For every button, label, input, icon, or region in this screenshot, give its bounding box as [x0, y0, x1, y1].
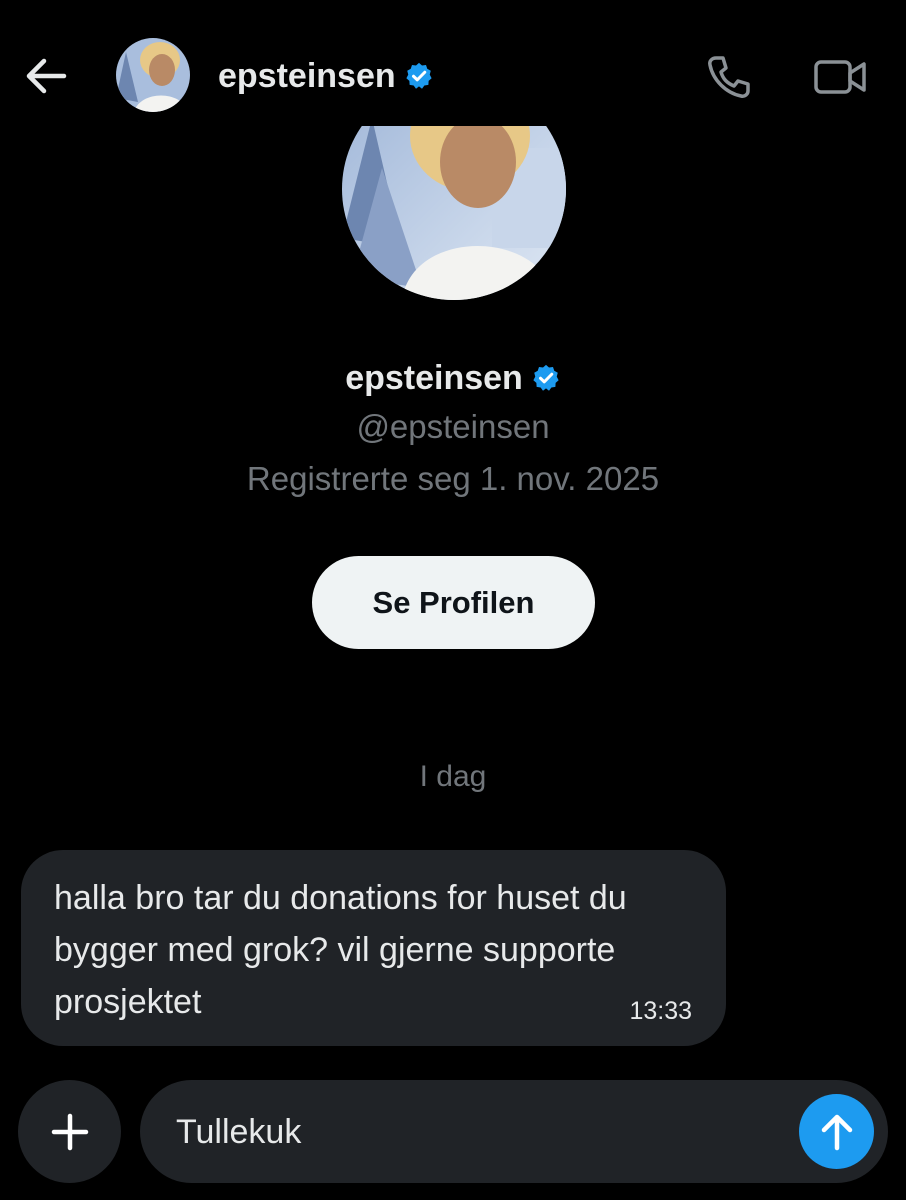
message-composer — [140, 1080, 888, 1183]
verified-badge-icon — [533, 364, 559, 391]
header-avatar[interactable] — [116, 38, 190, 112]
send-arrow-up-icon — [821, 1114, 852, 1150]
message-bubble[interactable]: halla bro tar du donations for huset du … — [21, 850, 726, 1046]
message-text: halla bro tar du donations for huset du … — [54, 879, 627, 1021]
phone-icon — [708, 56, 750, 98]
profile-handle: @epsteinsen — [356, 408, 550, 445]
add-attachment-button[interactable] — [18, 1080, 121, 1183]
header-display-name: epsteinsen — [218, 56, 396, 95]
video-camera-icon — [814, 60, 866, 94]
profile-display-name: epsteinsen — [345, 358, 523, 397]
conversation-header: epsteinsen — [0, 0, 906, 130]
header-title[interactable]: epsteinsen — [218, 56, 434, 96]
dm-conversation-screen: epsteinsen epsteinsen @epsteinsen Regist… — [0, 0, 906, 1200]
profile-name-row: epsteinsen — [0, 356, 906, 400]
profile-joined-date: Registrerte seg 1. nov. 2025 — [246, 460, 660, 497]
message-timestamp: 13:33 — [629, 997, 692, 1025]
message-input[interactable] — [176, 1108, 776, 1156]
voice-call-button[interactable] — [704, 52, 754, 102]
back-button[interactable] — [22, 52, 70, 100]
send-button[interactable] — [799, 1094, 874, 1169]
date-separator: I dag — [419, 760, 487, 793]
view-profile-button[interactable]: Se Profilen — [312, 556, 595, 649]
video-call-button[interactable] — [812, 52, 868, 102]
plus-icon — [51, 1113, 88, 1150]
arrow-left-icon — [26, 58, 67, 94]
verified-badge-icon — [406, 62, 432, 89]
